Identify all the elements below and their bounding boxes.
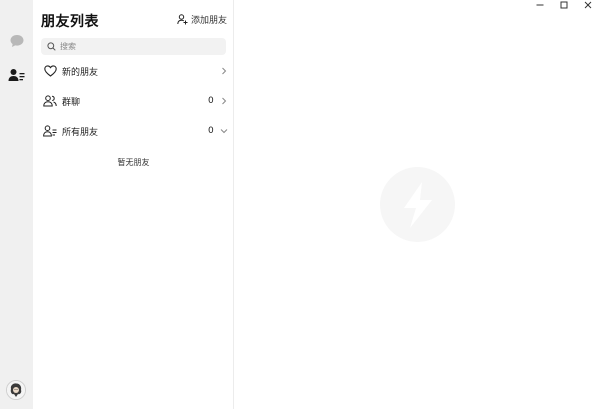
page-title: 朋友列表 [41,14,99,30]
avatar[interactable] [6,380,26,400]
search-box[interactable] [41,38,226,55]
user-avatar-icon [7,381,25,399]
person-list-icon [43,125,57,137]
app-logo-watermark [380,167,455,242]
maximize-icon [560,1,568,9]
row-count: 0 [208,126,214,136]
chevron-right-icon [222,67,227,75]
group-icon [43,95,57,107]
friends-panel: 朋友列表 添加朋友 新的朋友 [33,0,234,409]
heart-icon [43,65,57,77]
list-item-group-chats[interactable]: 群聊 0 [33,88,233,114]
list-item-all-friends[interactable]: 所有朋友 0 [33,118,233,144]
list-item-new-friends[interactable]: 新的朋友 [33,58,233,84]
search-input[interactable] [60,42,220,51]
minimize-button[interactable] [528,0,552,10]
chat-bubble-icon [10,35,23,47]
minimize-icon [536,4,544,6]
add-friend-label: 添加朋友 [191,16,228,26]
add-user-icon [177,14,188,25]
close-icon [584,1,592,9]
contacts-list-icon [8,69,25,81]
row-label: 新的朋友 [62,67,99,78]
row-label: 所有朋友 [62,127,99,138]
nav-rail [0,0,33,409]
search-icon [47,42,56,51]
rail-item-chat[interactable] [0,27,33,55]
chevron-down-icon [220,129,228,134]
lightning-logo-icon [403,181,432,228]
chevron-right-icon [222,97,227,105]
rail-item-contacts[interactable] [0,61,33,89]
close-button[interactable] [576,0,600,10]
add-friend-button[interactable]: 添加朋友 [177,13,227,26]
row-label: 群聊 [62,97,81,108]
row-count: 0 [208,96,214,106]
maximize-button[interactable] [552,0,576,10]
empty-state-text: 暂无朋友 [117,158,150,167]
